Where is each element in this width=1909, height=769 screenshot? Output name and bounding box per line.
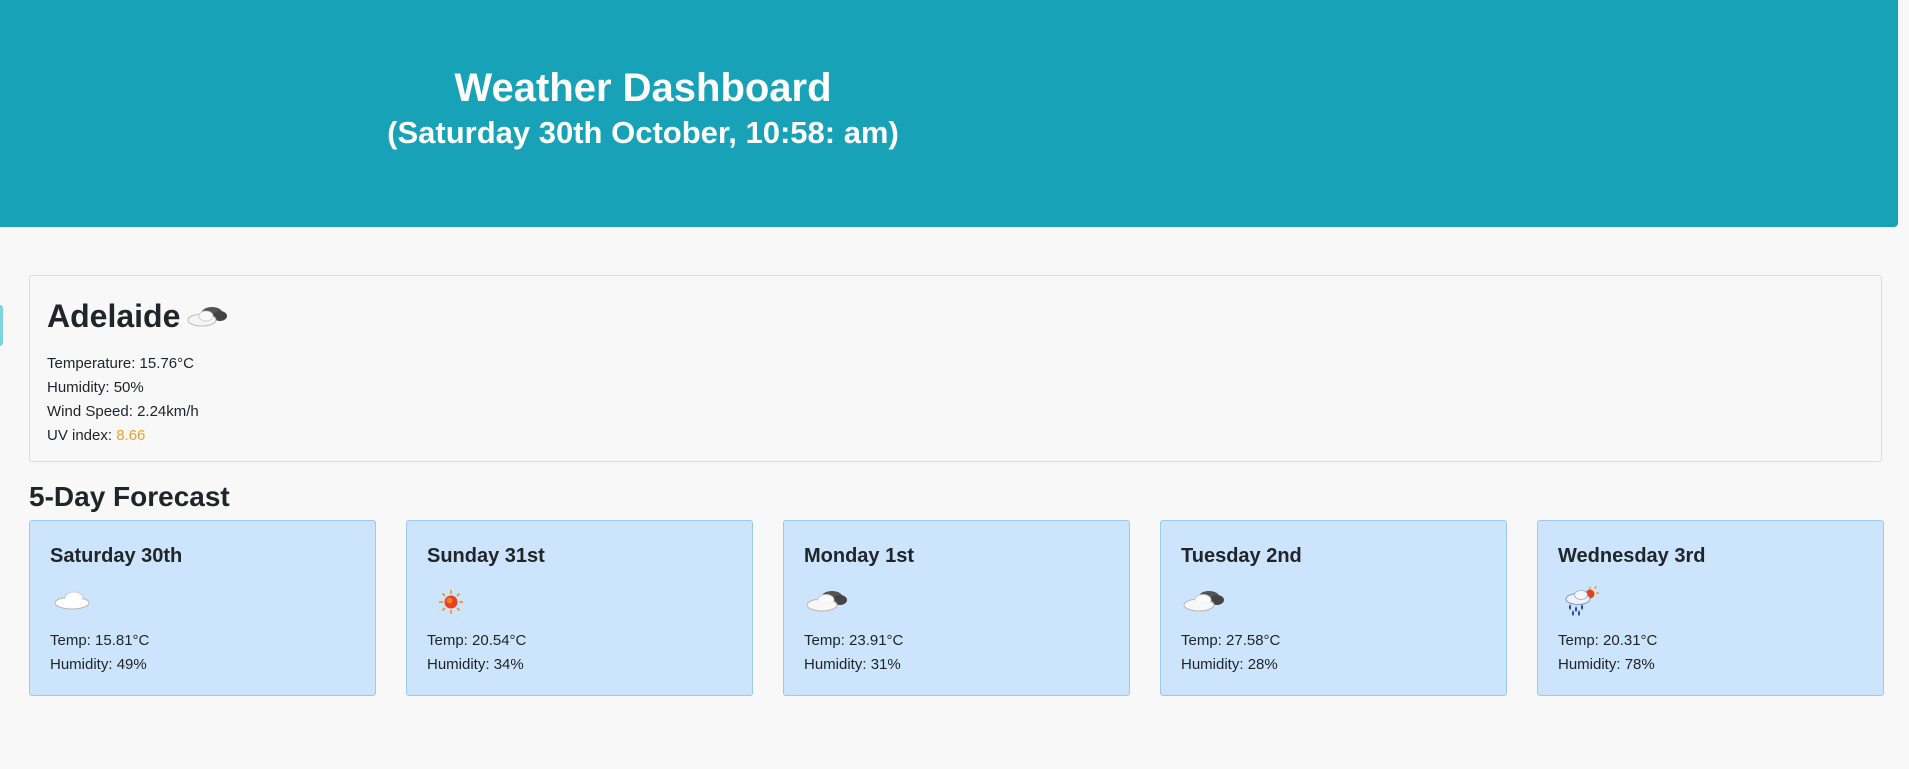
forecast-temp-label: Temp:	[804, 632, 850, 649]
forecast-row: Saturday 30th Temp: 15.81°C Humidity: 49…	[29, 520, 1884, 697]
forecast-temp-label: Temp:	[1558, 632, 1604, 649]
forecast-humidity-label: Humidity:	[1558, 656, 1625, 673]
forecast-humidity-value: 49%	[116, 656, 147, 673]
forecast-day: Monday 1st	[804, 545, 915, 567]
forecast-humidity-label: Humidity:	[1181, 656, 1248, 673]
forecast-temp: Temp: 15.81°C	[50, 629, 149, 653]
page-title: Weather Dashboard	[454, 66, 832, 110]
forecast-temp: Temp: 20.54°C	[427, 629, 526, 653]
side-tab-handle[interactable]	[0, 305, 3, 346]
wind-label: Wind Speed:	[47, 403, 138, 420]
cloudy-icon	[1181, 583, 1225, 617]
humidity-label: Humidity:	[47, 379, 114, 396]
forecast-card: Monday 1st Temp: 23.91°C Humidity: 31%	[783, 520, 1130, 696]
current-date: (Saturday 30th October, 10:58: am)	[387, 115, 899, 150]
temperature-row: Temperature: 15.76°C	[47, 352, 199, 376]
uv-value: 8.66	[116, 427, 146, 444]
forecast-temp-value: 27.58°C	[1226, 632, 1281, 649]
forecast-stats: Temp: 20.54°C Humidity: 34%	[427, 629, 526, 677]
forecast-title: 5-Day Forecast	[29, 481, 230, 512]
forecast-humidity-label: Humidity:	[50, 656, 117, 673]
forecast-temp: Temp: 20.31°C	[1558, 629, 1657, 653]
forecast-day: Tuesday 2nd	[1181, 545, 1302, 567]
forecast-humidity: Humidity: 49%	[50, 653, 149, 677]
forecast-temp-label: Temp:	[50, 632, 96, 649]
humidity-row: Humidity: 50%	[47, 376, 199, 400]
header-banner: Weather Dashboard (Saturday 30th October…	[0, 0, 1898, 227]
forecast-humidity: Humidity: 28%	[1181, 653, 1280, 677]
current-weather-card: Adelaide Temperature: 15.76°C Humidity: …	[29, 275, 1882, 462]
forecast-temp-value: 20.31°C	[1603, 632, 1658, 649]
forecast-card: Tuesday 2nd Temp: 27.58°C Humidity: 28%	[1160, 520, 1507, 696]
forecast-humidity: Humidity: 78%	[1558, 653, 1657, 677]
rain-sun-icon	[1558, 583, 1602, 617]
temperature-label: Temperature:	[47, 355, 140, 372]
forecast-humidity: Humidity: 31%	[804, 653, 903, 677]
wind-value: 2.24km/h	[137, 403, 199, 420]
cloudy-icon	[804, 583, 848, 617]
forecast-temp-value: 23.91°C	[849, 632, 904, 649]
forecast-stats: Temp: 23.91°C Humidity: 31%	[804, 629, 903, 677]
forecast-card: Saturday 30th Temp: 15.81°C Humidity: 49…	[29, 520, 376, 696]
city-heading: Adelaide	[47, 294, 230, 338]
forecast-day: Sunday 31st	[427, 545, 545, 567]
forecast-humidity: Humidity: 34%	[427, 653, 526, 677]
forecast-temp-value: 15.81°C	[95, 632, 150, 649]
forecast-temp-value: 20.54°C	[472, 632, 527, 649]
uv-label: UV index:	[47, 427, 117, 444]
current-stats: Temperature: 15.76°C Humidity: 50% Wind …	[47, 352, 199, 448]
forecast-stats: Temp: 20.31°C Humidity: 78%	[1558, 629, 1657, 677]
forecast-temp-label: Temp:	[1181, 632, 1227, 649]
forecast-humidity-value: 34%	[493, 656, 524, 673]
sun-icon	[427, 583, 471, 617]
header-text: Weather Dashboard (Saturday 30th October…	[0, 58, 1286, 154]
forecast-stats: Temp: 27.58°C Humidity: 28%	[1181, 629, 1280, 677]
forecast-temp: Temp: 23.91°C	[804, 629, 903, 653]
uv-row: UV index: 8.66	[47, 424, 199, 448]
forecast-humidity-value: 78%	[1624, 656, 1655, 673]
wind-row: Wind Speed: 2.24km/h	[47, 400, 199, 424]
forecast-humidity-label: Humidity:	[427, 656, 494, 673]
forecast-temp: Temp: 27.58°C	[1181, 629, 1280, 653]
forecast-card: Wednesday 3rd Temp: 20.31°C Humidity: 78…	[1537, 520, 1884, 696]
humidity-value: 50%	[113, 379, 144, 396]
forecast-day: Saturday 30th	[50, 545, 183, 567]
forecast-humidity-value: 28%	[1247, 656, 1278, 673]
forecast-humidity-label: Humidity:	[804, 656, 871, 673]
cloudy-icon	[186, 301, 230, 331]
temperature-value: 15.76°C	[139, 355, 194, 372]
forecast-card: Sunday 31st Temp: 20.54°C Humidity: 34%	[406, 520, 753, 696]
forecast-temp-label: Temp:	[427, 632, 473, 649]
forecast-humidity-value: 31%	[870, 656, 901, 673]
forecast-stats: Temp: 15.81°C Humidity: 49%	[50, 629, 149, 677]
forecast-day: Wednesday 3rd	[1558, 545, 1706, 567]
city-name: Adelaide	[47, 298, 181, 334]
cloud-icon	[50, 583, 94, 617]
